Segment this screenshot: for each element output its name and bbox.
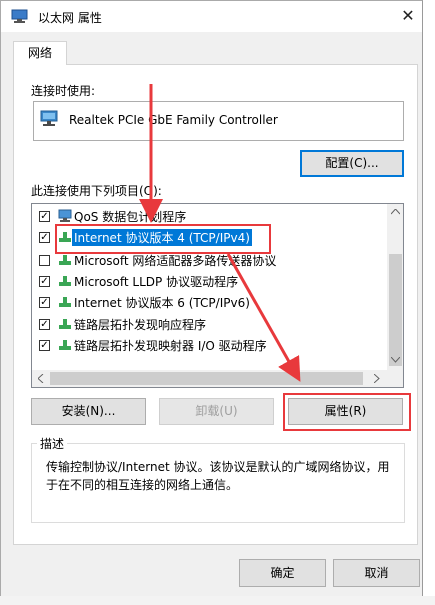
list-item-label: Microsoft LLDP 协议驱动程序: [74, 275, 239, 289]
list-item-label: 链路层拓扑发现响应程序: [74, 318, 207, 332]
annotation-highlight-properties: [283, 393, 411, 431]
configure-button-label: 配置(C)...: [325, 156, 379, 170]
ok-button[interactable]: 确定: [239, 559, 326, 587]
connect-using-label: 连接时使用:: [31, 84, 96, 98]
checkbox[interactable]: [39, 255, 50, 266]
scrollbar-thumb[interactable]: [389, 254, 402, 366]
ok-button-label: 确定: [270, 566, 295, 580]
list-item[interactable]: ✓ 链路层拓扑发现映射器 I/O 驱动程序: [32, 335, 387, 355]
install-button-label: 安装(N)...: [61, 404, 116, 418]
list-item-label: Microsoft 网络适配器多路传送器协议: [74, 254, 277, 268]
list-item[interactable]: ✓ Microsoft LLDP 协议驱动程序: [32, 271, 387, 291]
background-strip: [0, 596, 435, 605]
configure-button[interactable]: 配置(C)...: [300, 150, 404, 177]
list-item[interactable]: ✓ 链路层拓扑发现响应程序: [32, 314, 387, 334]
network-protocol-icon: [59, 340, 71, 350]
network-protocol-icon: [59, 297, 71, 307]
close-button[interactable]: ✕: [396, 5, 420, 27]
items-label: 此连接使用下列项目(O):: [31, 184, 162, 198]
qos-scheduler-icon: [58, 209, 72, 222]
network-adapter-icon: [11, 9, 28, 23]
adapter-name: Realtek PCIe GbE Family Controller: [69, 113, 278, 127]
checkbox[interactable]: ✓: [39, 232, 50, 243]
list-item-label: Internet 协议版本 6 (TCP/IPv6): [74, 296, 250, 310]
scroll-up-icon[interactable]: [391, 209, 400, 215]
cancel-button-label: 取消: [364, 566, 389, 580]
vertical-scrollbar[interactable]: [387, 204, 403, 370]
tab-network[interactable]: 网络: [13, 41, 67, 65]
title-bar: 以太网 属性 ✕: [1, 1, 422, 32]
network-protocol-icon: [59, 255, 71, 265]
list-item-label: QoS 数据包计划程序: [74, 210, 187, 224]
adapter-field: Realtek PCIe GbE Family Controller: [33, 101, 404, 141]
list-item[interactable]: ✓ Internet 协议版本 6 (TCP/IPv6): [32, 292, 387, 312]
scroll-left-icon[interactable]: [38, 374, 44, 383]
list-item-label: 链路层拓扑发现映射器 I/O 驱动程序: [74, 339, 267, 353]
list-item[interactable]: ✓ QoS 数据包计划程序: [32, 206, 387, 226]
checkbox[interactable]: ✓: [39, 297, 50, 308]
checkbox[interactable]: ✓: [39, 211, 50, 222]
checkbox[interactable]: ✓: [39, 340, 50, 351]
network-adapter-icon: [40, 110, 58, 126]
description-text: 传输控制协议/Internet 协议。该协议是默认的广域网络协议，用于在不同的相…: [46, 460, 390, 492]
scroll-right-icon[interactable]: [374, 374, 380, 383]
checkbox[interactable]: ✓: [39, 319, 50, 330]
tab-label: 网络: [27, 46, 52, 60]
network-protocol-icon: [59, 319, 71, 329]
scrollbar-thumb[interactable]: [50, 372, 363, 385]
checkbox[interactable]: ✓: [39, 276, 50, 287]
uninstall-button[interactable]: 卸载(U): [159, 398, 274, 425]
install-button[interactable]: 安装(N)...: [31, 398, 146, 425]
annotation-highlight-ipv4: [55, 224, 271, 254]
network-protocol-icon: [59, 276, 71, 286]
uninstall-button-label: 卸载(U): [195, 404, 238, 418]
window-title: 以太网 属性: [38, 11, 102, 25]
close-icon: ✕: [401, 6, 415, 25]
horizontal-scrollbar[interactable]: [32, 370, 387, 387]
scroll-down-icon[interactable]: [391, 357, 400, 363]
scrollbar-corner: [387, 370, 403, 387]
cancel-button[interactable]: 取消: [333, 559, 420, 587]
description-title: 描述: [37, 435, 68, 452]
